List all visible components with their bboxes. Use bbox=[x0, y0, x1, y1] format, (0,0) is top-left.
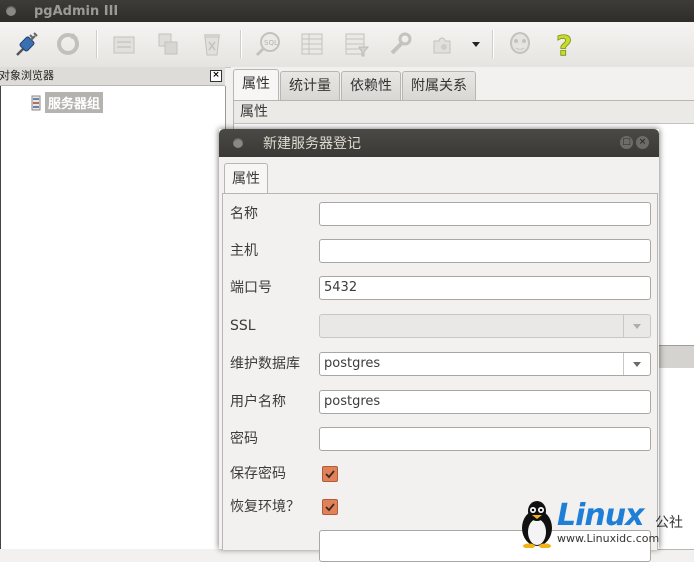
svg-text:SQL: SQL bbox=[264, 39, 278, 47]
watermark-cn: 公社 bbox=[655, 515, 683, 531]
tab-dependents[interactable]: 附属关系 bbox=[402, 71, 476, 100]
form-row-save-password: 保存密码 bbox=[223, 460, 657, 488]
tips-icon[interactable] bbox=[504, 28, 536, 60]
host-label: 主机 bbox=[230, 243, 258, 259]
view-data-icon[interactable] bbox=[296, 28, 328, 60]
new-server-dialog: 新建服务器登记 □ × 属性 名称 主机 端口号 5432 SSL 维护数据库 bbox=[219, 129, 659, 562]
properties-tabs: 属性 统计量 依赖性 附属关系 bbox=[233, 69, 477, 100]
restore-env-checkbox[interactable] bbox=[322, 499, 338, 515]
password-input[interactable] bbox=[319, 427, 651, 451]
tux-penguin-logo-icon bbox=[522, 501, 552, 548]
create-object-icon[interactable] bbox=[152, 28, 184, 60]
properties-column-header: 属性 bbox=[234, 101, 694, 124]
checkmark-icon bbox=[325, 503, 335, 512]
plugins-icon[interactable] bbox=[428, 28, 460, 60]
form-row-ssl: SSL bbox=[223, 312, 657, 340]
tab-properties[interactable]: 属性 bbox=[233, 69, 279, 100]
username-label: 用户名称 bbox=[230, 394, 286, 410]
site-watermark: Linux 公社 www.Linuxidc.com bbox=[515, 498, 694, 549]
chevron-down-icon[interactable] bbox=[623, 353, 650, 375]
form-row-port: 端口号 5432 bbox=[223, 274, 657, 302]
save-password-checkbox[interactable] bbox=[322, 466, 338, 482]
port-input[interactable]: 5432 bbox=[319, 276, 651, 300]
form-row-username: 用户名称 postgres bbox=[223, 388, 657, 416]
app-title: pgAdmin III bbox=[34, 3, 119, 19]
username-input[interactable]: postgres bbox=[319, 390, 651, 414]
save-password-label: 保存密码 bbox=[230, 466, 286, 482]
chevron-down-icon[interactable] bbox=[623, 315, 650, 337]
maintenance-db-label: 维护数据库 bbox=[230, 356, 300, 372]
main-titlebar: pgAdmin III bbox=[0, 0, 694, 22]
watermark-brand: Linux bbox=[557, 498, 644, 533]
dialog-tab-properties[interactable]: 属性 bbox=[224, 163, 268, 194]
ssl-select[interactable] bbox=[319, 314, 651, 338]
dialog-title: 新建服务器登记 bbox=[263, 136, 361, 152]
main-toolbar: SQL ? bbox=[0, 22, 694, 68]
server-group-icon bbox=[31, 95, 41, 110]
connect-plug-icon[interactable] bbox=[10, 28, 42, 60]
plugins-dropdown-chevron-down-icon[interactable] bbox=[468, 28, 484, 60]
dialog-menu-dot-icon[interactable] bbox=[233, 138, 243, 148]
maintenance-db-value: postgres bbox=[324, 356, 381, 371]
sql-query-icon[interactable]: SQL bbox=[252, 28, 284, 60]
tab-statistics[interactable]: 统计量 bbox=[280, 71, 340, 100]
restore-env-label: 恢复环境？ bbox=[230, 499, 300, 515]
help-icon[interactable]: ? bbox=[548, 28, 580, 60]
toolbar-separator bbox=[240, 30, 242, 58]
object-browser-header: 对象浏览器 × bbox=[0, 67, 225, 86]
form-row-name: 名称 bbox=[223, 200, 657, 228]
tree-node-label: 服务器组 bbox=[45, 92, 104, 113]
toolbar-separator bbox=[96, 30, 98, 58]
svg-text:?: ? bbox=[556, 29, 572, 59]
checkmark-icon bbox=[325, 470, 335, 479]
object-browser-title: 对象浏览器 bbox=[0, 69, 54, 82]
ssl-label: SSL bbox=[230, 318, 256, 334]
window-close-dot-icon[interactable] bbox=[6, 6, 16, 16]
password-label: 密码 bbox=[230, 431, 258, 447]
form-row-host: 主机 bbox=[223, 237, 657, 265]
tab-dependencies[interactable]: 依赖性 bbox=[341, 71, 401, 100]
close-icon[interactable]: × bbox=[636, 136, 649, 149]
maximize-icon[interactable]: □ bbox=[620, 136, 633, 149]
toolbar-separator bbox=[492, 30, 494, 58]
close-icon[interactable]: × bbox=[210, 70, 222, 82]
tree-node-server-group[interactable]: 服务器组 bbox=[31, 92, 104, 113]
properties-icon[interactable] bbox=[108, 28, 140, 60]
name-label: 名称 bbox=[230, 206, 258, 222]
port-label: 端口号 bbox=[230, 280, 272, 296]
maintenance-db-select[interactable]: postgres bbox=[319, 352, 651, 376]
maintenance-icon[interactable] bbox=[384, 28, 416, 60]
watermark-url: www.Linuxidc.com bbox=[557, 532, 660, 545]
dialog-titlebar[interactable]: 新建服务器登记 □ × bbox=[219, 129, 659, 157]
refresh-icon[interactable] bbox=[52, 28, 84, 60]
host-input[interactable] bbox=[319, 239, 651, 263]
form-row-maintenance-db: 维护数据库 postgres bbox=[223, 350, 657, 378]
filter-data-icon[interactable] bbox=[340, 28, 372, 60]
delete-icon[interactable] bbox=[196, 28, 228, 60]
object-browser-tree[interactable]: 服务器组 bbox=[0, 86, 226, 549]
dialog-form: 名称 主机 端口号 5432 SSL 维护数据库 postgres 用户名称 p… bbox=[222, 193, 658, 562]
name-input[interactable] bbox=[319, 202, 651, 226]
form-row-password: 密码 bbox=[223, 425, 657, 453]
